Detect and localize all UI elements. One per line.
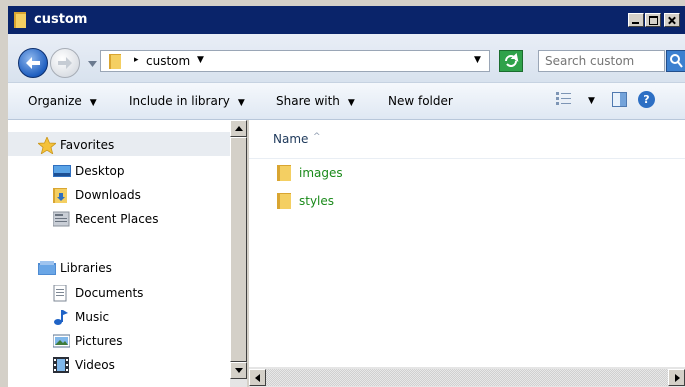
preview-pane-icon[interactable]: [612, 92, 627, 107]
window-title: custom: [34, 12, 88, 27]
star-icon: [36, 135, 58, 157]
share-with-label: Share with: [276, 94, 340, 108]
header-divider: [249, 158, 685, 159]
forward-button[interactable]: [50, 48, 80, 78]
close-button[interactable]: [664, 13, 680, 27]
libraries-icon: [38, 260, 56, 279]
arrow-right-icon: [675, 374, 680, 382]
views-dropdown[interactable]: ▼: [588, 96, 595, 106]
address-history-dropdown[interactable]: ▼: [474, 55, 481, 65]
file-name: images: [299, 166, 343, 180]
arrow-down-icon: [235, 368, 243, 373]
file-name: styles: [299, 194, 335, 208]
search-input[interactable]: [538, 50, 665, 72]
maximize-button[interactable]: [645, 13, 661, 27]
breadcrumb-separator[interactable]: ▸: [134, 55, 139, 65]
command-bar: Organize ▼ Include in library ▼ Share with…: [8, 82, 685, 120]
include-in-library-label: Include in library: [129, 94, 230, 108]
minimize-button[interactable]: [628, 13, 644, 27]
nav-label: Favorites: [60, 138, 115, 152]
include-in-library-menu[interactable]: Include in library ▼: [129, 94, 245, 108]
file-list-pane: Name ^ images styles: [249, 120, 685, 367]
sort-ascending-icon: ^: [313, 132, 321, 142]
nav-label: Documents: [75, 286, 144, 300]
scroll-right-button[interactable]: [668, 369, 685, 386]
change-view-icon[interactable]: [556, 91, 574, 108]
folder-icon: [109, 54, 123, 73]
folder-icon: [14, 12, 28, 32]
title-bar: custom: [8, 6, 685, 34]
desktop-icon: [53, 163, 71, 182]
chevron-down-icon: ▼: [347, 98, 355, 108]
navigation-pane: Favorites Desktop Downloads Recent Place…: [8, 120, 230, 387]
nav-label: Libraries: [60, 261, 112, 275]
horizontal-scrollbar[interactable]: [249, 367, 685, 387]
folder-icon: [277, 193, 293, 212]
nav-label: Desktop: [75, 164, 125, 178]
help-icon[interactable]: ?: [638, 91, 655, 108]
scroll-thumb[interactable]: [230, 137, 247, 362]
documents-icon: [53, 284, 68, 305]
address-bar[interactable]: ▸ custom ▼ ▼: [100, 50, 490, 72]
breadcrumb-item[interactable]: custom: [146, 54, 190, 68]
breadcrumb-dropdown[interactable]: ▼: [197, 55, 204, 65]
scroll-left-button[interactable]: [249, 369, 266, 386]
back-button[interactable]: [18, 48, 48, 78]
organize-menu[interactable]: Organize ▼: [28, 94, 97, 108]
scroll-track[interactable]: [266, 369, 668, 386]
scroll-up-button[interactable]: [230, 120, 247, 137]
nav-label: Pictures: [75, 334, 123, 348]
share-with-menu[interactable]: Share with ▼: [276, 94, 355, 108]
refresh-button[interactable]: [499, 50, 523, 72]
organize-label: Organize: [28, 94, 82, 108]
folder-icon: [277, 165, 293, 184]
navigation-bar: ▸ custom ▼ ▼: [8, 34, 685, 82]
navigation-pane-scrollbar[interactable]: [230, 120, 247, 387]
search-button[interactable]: [666, 50, 685, 72]
pictures-icon: [52, 333, 71, 352]
recent-pages-dropdown[interactable]: [88, 56, 97, 70]
chevron-down-icon: ▼: [89, 98, 97, 108]
downloads-folder-icon: [53, 187, 69, 206]
new-folder-button[interactable]: New folder: [388, 94, 453, 108]
nav-label: Music: [75, 310, 110, 324]
chevron-down-icon: ▼: [237, 98, 245, 108]
arrow-left-icon: [255, 374, 260, 382]
scroll-down-button[interactable]: [230, 362, 247, 379]
nav-label: Downloads: [75, 188, 141, 202]
music-icon: [53, 309, 69, 329]
nav-label: Recent Places: [75, 212, 159, 226]
videos-icon: [53, 357, 69, 377]
column-header-name[interactable]: Name: [273, 132, 308, 146]
arrow-up-icon: [235, 126, 243, 131]
recent-places-icon: [52, 211, 70, 230]
nav-label: Videos: [75, 358, 115, 372]
